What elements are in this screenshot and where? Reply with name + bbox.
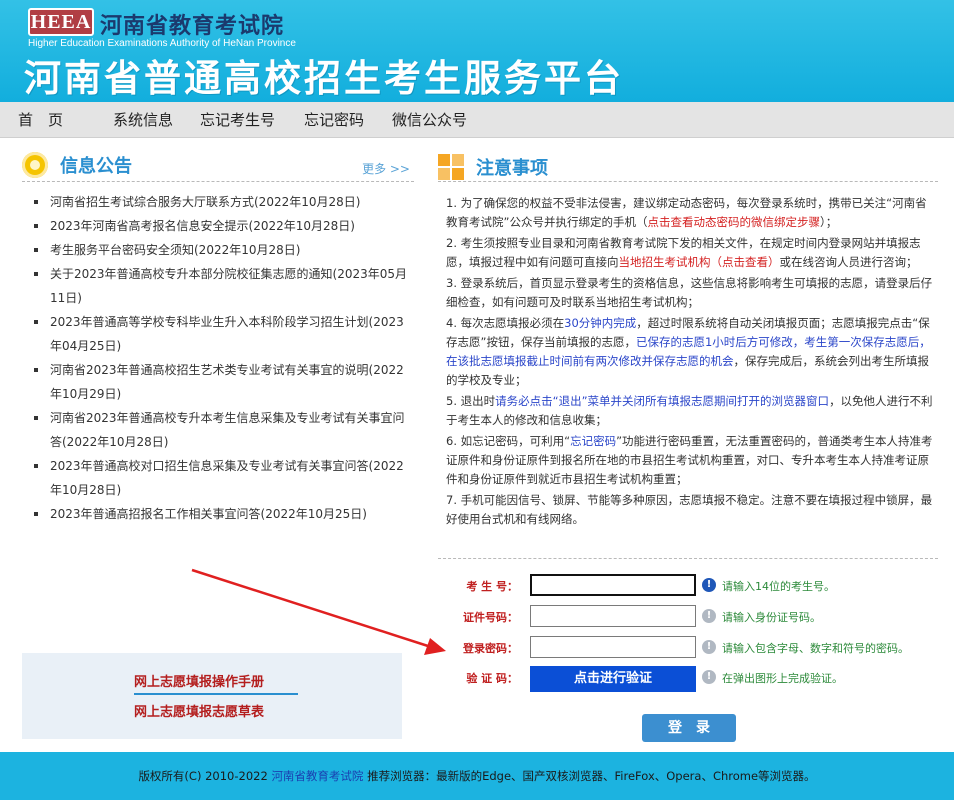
heea-logo: HEEA	[28, 8, 94, 36]
arrow-shaft	[191, 568, 429, 648]
org-name: 河南省教育考试院	[100, 14, 285, 39]
announcement-icon	[22, 152, 48, 178]
notice-text: ）；	[819, 215, 838, 229]
notice-item: 7. 手机可能因信号、锁屏、节能等多种原因，志愿填报不稳定。注意不要在填报过程中…	[446, 491, 936, 529]
exam-number-hint: 请输入14位的考生号。	[722, 580, 835, 593]
id-number-label: 证件号码：	[463, 611, 518, 624]
captcha-label: 验 证 码：	[466, 672, 518, 685]
main-nav: 首 页 系统信息 忘记考生号 忘记密码 微信公众号	[0, 102, 954, 138]
announcement-item[interactable]: 2023年普通高校对口招生信息采集及专业考试有关事宜问答(2022年10月28日…	[32, 454, 414, 502]
footer-text: 版权所有(C) 2010-2022 河南省教育考试院 推荐浏览器：最新版的Edg…	[0, 752, 954, 800]
notice-panel: 注意事项 1. 为了确保您的权益不受非法侵害，建议绑定动态密码，每次登录系统时，…	[438, 150, 938, 750]
notice-highlight: 请务必点击“退出”菜单并关闭所有填报志愿期间打开的浏览器窗口	[495, 394, 830, 408]
platform-title: 河南省普通高校招生考生服务平台	[24, 57, 624, 100]
announcement-item[interactable]: 关于2023年普通高校专升本部分院校征集志愿的通知(2023年05月11日)	[32, 262, 414, 310]
id-number-hint: 请输入身份证号码。	[722, 611, 821, 624]
id-number-input[interactable]	[530, 605, 696, 627]
nav-item-wechat-account[interactable]: 微信公众号	[392, 102, 467, 138]
info-icon: !	[702, 578, 716, 592]
notice-icon	[438, 154, 464, 180]
manual-operation-link[interactable]: 网上志愿填报操作手册	[134, 671, 264, 690]
notice-text: 3. 登录系统后，首页显示登录考生的资格信息，这些信息将影响考生可填报的志愿，请…	[446, 276, 933, 309]
info-icon: !	[702, 640, 716, 654]
announcement-item[interactable]: 河南省2023年普通高校招生艺术类专业考试有关事宜的说明(2022年10月29日…	[32, 358, 414, 406]
captcha-verify-button[interactable]: 点击进行验证	[530, 666, 696, 692]
announcement-list: 河南省招生考试综合服务大厅联系方式(2022年10月28日) 2023年河南省高…	[22, 182, 414, 526]
manual-box: 网上志愿填报操作手册 网上志愿填报志愿草表	[22, 653, 402, 739]
password-label: 登录密码：	[463, 642, 518, 655]
password-input[interactable]	[530, 636, 696, 658]
notice-list: 1. 为了确保您的权益不受非法侵害，建议绑定动态密码，每次登录系统时，携带已关注…	[446, 194, 936, 531]
password-hint: 请输入包含字母、数字和符号的密码。	[722, 642, 909, 655]
form-divider	[438, 558, 938, 559]
announcement-item[interactable]: 2023年普通高招报名工作相关事宜问答(2022年10月25日)	[32, 502, 414, 526]
notice-title: 注意事项	[476, 158, 548, 179]
notice-item: 3. 登录系统后，首页显示登录考生的资格信息，这些信息将影响考生可填报的志愿，请…	[446, 274, 936, 312]
notice-text: 6. 如忘记密码，可利用“	[446, 434, 571, 448]
notice-item: 4. 每次志愿填报必须在30分钟内完成，超过时限系统将自动关闭填报页面；志愿填报…	[446, 314, 936, 390]
notice-highlight[interactable]: 当地招生考试机构（点击查看）	[619, 255, 780, 269]
notice-item: 1. 为了确保您的权益不受非法侵害，建议绑定动态密码，每次登录系统时，携带已关注…	[446, 194, 936, 232]
site-header: HEEA 河南省教育考试院 Higher Education Examinati…	[0, 0, 954, 102]
announcements-header: 信息公告 更多 >>	[22, 150, 414, 182]
notice-text: 7. 手机可能因信号、锁屏、节能等多种原因，志愿填报不稳定。注意不要在填报过程中…	[446, 493, 933, 526]
announcements-title: 信息公告	[60, 156, 132, 177]
browser-recommendation: 推荐浏览器：最新版的Edge、国产双核浏览器、FireFox、Opera、Chr…	[367, 769, 816, 783]
notice-highlight[interactable]: 点击查看动态密码的微信绑定步骤	[647, 215, 820, 229]
site-footer: 版权所有(C) 2010-2022 河南省教育考试院 推荐浏览器：最新版的Edg…	[0, 752, 954, 800]
announcement-item[interactable]: 河南省招生考试综合服务大厅联系方式(2022年10月28日)	[32, 190, 414, 214]
copyright-text: 版权所有(C) 2010-2022	[138, 769, 268, 783]
notice-highlight: 忘记密码	[570, 434, 617, 448]
announcements-panel: 信息公告 更多 >> 河南省招生考试综合服务大厅联系方式(2022年10月28日…	[22, 150, 414, 526]
login-button[interactable]: 登录	[642, 714, 736, 742]
notice-item: 2. 考生须按照专业目录和河南省教育考试院下发的相关文件，在规定时间内登录网站并…	[446, 234, 936, 272]
exam-number-label: 考 生 号：	[466, 580, 518, 593]
announcement-item[interactable]: 考生服务平台密码安全须知(2022年10月28日)	[32, 238, 414, 262]
notice-header: 注意事项	[438, 150, 938, 182]
notice-item: 5. 退出时请务必点击“退出”菜单并关闭所有填报志愿期间打开的浏览器窗口，以免他…	[446, 392, 936, 430]
footer-org-link[interactable]: 河南省教育考试院	[271, 769, 363, 783]
manual-draft-link[interactable]: 网上志愿填报志愿草表	[134, 701, 264, 720]
notice-highlight: 30分钟内完成	[564, 316, 637, 330]
notice-text: 或在线咨询人员进行咨询；	[779, 255, 918, 269]
nav-item-forgot-exam-number[interactable]: 忘记考生号	[200, 102, 275, 138]
notice-text: 4. 每次志愿填报必须在	[446, 316, 565, 330]
notice-item: 6. 如忘记密码，可利用“忘记密码”功能进行密码重置，无法重置密码的，普通类考生…	[446, 432, 936, 489]
more-link[interactable]: 更多 >>	[362, 160, 410, 177]
announcement-item[interactable]: 2023年普通高等学校专科毕业生升入本科阶段学习招生计划(2023年04月25日…	[32, 310, 414, 358]
manual-divider	[134, 693, 298, 695]
nav-item-system-info[interactable]: 系统信息	[113, 102, 173, 138]
notice-text: 5. 退出时	[446, 394, 496, 408]
announcement-item[interactable]: 河南省2023年普通高校专升本考生信息采集及专业考试有关事宜问答(2022年10…	[32, 406, 414, 454]
exam-number-input[interactable]	[530, 574, 696, 596]
info-icon: !	[702, 609, 716, 623]
announcement-item[interactable]: 2023年河南省高考报名信息安全提示(2022年10月28日)	[32, 214, 414, 238]
captcha-hint: 在弹出图形上完成验证。	[722, 672, 843, 685]
nav-item-forgot-password[interactable]: 忘记密码	[304, 102, 364, 138]
info-icon: !	[702, 670, 716, 684]
nav-item-home[interactable]: 首 页	[18, 102, 63, 138]
